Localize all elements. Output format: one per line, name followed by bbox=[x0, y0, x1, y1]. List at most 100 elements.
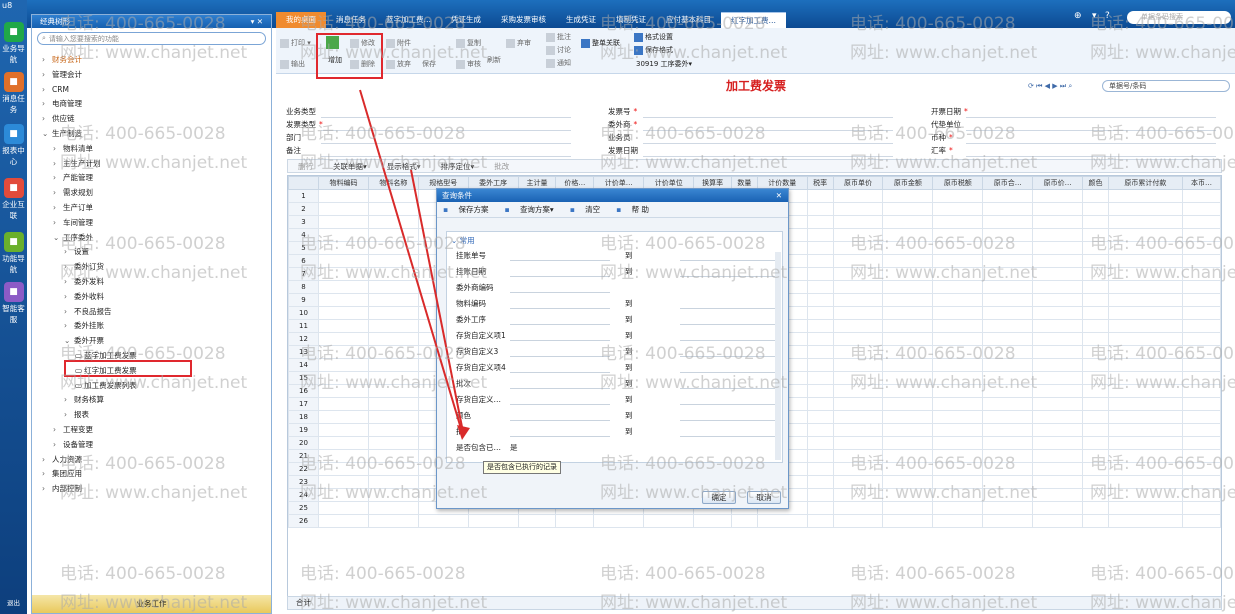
unaudit-button[interactable]: 弃审 bbox=[506, 38, 531, 48]
table-cell[interactable] bbox=[1107, 332, 1183, 346]
link-order-button[interactable]: 整单关联 bbox=[581, 38, 620, 48]
table-cell[interactable] bbox=[806, 371, 834, 385]
table-cell[interactable] bbox=[1032, 332, 1084, 346]
table-cell[interactable] bbox=[806, 449, 834, 463]
table-cell[interactable] bbox=[1032, 423, 1084, 437]
table-cell[interactable] bbox=[1107, 306, 1183, 320]
table-cell[interactable] bbox=[882, 280, 934, 294]
table-cell[interactable] bbox=[832, 215, 884, 229]
tree-item[interactable]: › 电商管理 bbox=[42, 97, 82, 111]
dialog-tool-2[interactable]: ▪ 清空 bbox=[570, 204, 608, 215]
tree-arrow-icon[interactable]: › bbox=[64, 275, 74, 289]
table-cell[interactable] bbox=[1082, 449, 1109, 463]
table-cell[interactable] bbox=[932, 267, 984, 281]
table-cell[interactable] bbox=[982, 241, 1034, 255]
form-field-input[interactable] bbox=[643, 130, 893, 131]
table-cell[interactable] bbox=[1181, 241, 1221, 255]
template-select[interactable]: 30919 工序委外▾ bbox=[636, 59, 692, 69]
table-cell[interactable] bbox=[806, 202, 834, 216]
table-cell[interactable] bbox=[832, 384, 884, 398]
criteria-from-input[interactable] bbox=[510, 260, 610, 261]
table-cell[interactable] bbox=[1082, 345, 1109, 359]
table-cell[interactable] bbox=[318, 449, 369, 463]
table-cell[interactable] bbox=[882, 514, 934, 528]
tree-item[interactable]: › 不良品报告 bbox=[64, 305, 112, 319]
table-cell[interactable] bbox=[932, 475, 984, 489]
grid-column-header[interactable]: 原币金额 bbox=[882, 176, 934, 190]
table-cell[interactable] bbox=[932, 488, 984, 502]
table-cell[interactable] bbox=[1181, 410, 1221, 424]
table-cell[interactable] bbox=[1082, 306, 1109, 320]
tree-item[interactable]: ⌄ 工序委外 bbox=[53, 231, 93, 245]
table-cell[interactable] bbox=[1032, 241, 1084, 255]
tree-arrow-icon[interactable]: ⌄ bbox=[42, 127, 52, 141]
table-cell[interactable] bbox=[832, 488, 884, 502]
table-cell[interactable] bbox=[1082, 215, 1109, 229]
table-cell[interactable] bbox=[1181, 488, 1221, 502]
rail-item-4[interactable]: ■ 功能导航 bbox=[0, 230, 27, 274]
table-cell[interactable] bbox=[1181, 475, 1221, 489]
table-cell[interactable] bbox=[1082, 254, 1109, 268]
criteria-to-input[interactable] bbox=[680, 340, 780, 341]
table-cell[interactable] bbox=[1181, 319, 1221, 333]
tree-arrow-icon[interactable]: › bbox=[53, 438, 63, 452]
table-cell[interactable] bbox=[1181, 332, 1221, 346]
table-cell[interactable] bbox=[1032, 475, 1084, 489]
table-cell[interactable] bbox=[932, 384, 984, 398]
table-cell[interactable] bbox=[318, 436, 369, 450]
table-cell[interactable] bbox=[1181, 514, 1221, 528]
table-cell[interactable] bbox=[1181, 254, 1221, 268]
table-cell[interactable] bbox=[367, 488, 419, 502]
tree-item[interactable]: › 财务核算 bbox=[64, 393, 104, 407]
chevron-down-icon[interactable]: ▾ bbox=[1092, 11, 1097, 21]
rail-item-3[interactable]: ■ 企业互联 bbox=[0, 176, 27, 220]
table-cell[interactable] bbox=[1032, 267, 1084, 281]
criteria-from-input[interactable] bbox=[510, 404, 610, 405]
table-cell[interactable] bbox=[467, 514, 519, 528]
table-cell[interactable] bbox=[882, 267, 934, 281]
tab-2[interactable]: 蓝字加工费… bbox=[376, 12, 441, 28]
table-cell[interactable] bbox=[367, 267, 419, 281]
form-field[interactable]: 发票类型 * bbox=[286, 119, 323, 131]
table-cell[interactable] bbox=[882, 332, 934, 346]
table-cell[interactable] bbox=[1107, 228, 1183, 242]
tree-arrow-icon[interactable]: › bbox=[42, 482, 52, 496]
print-button[interactable]: 打印 ▾ bbox=[280, 38, 311, 48]
table-cell[interactable] bbox=[1107, 254, 1183, 268]
criteria-from-input[interactable] bbox=[510, 420, 610, 421]
tab-5[interactable]: 生成凭证 bbox=[556, 12, 606, 28]
table-cell[interactable] bbox=[1082, 228, 1109, 242]
table-cell[interactable] bbox=[367, 475, 419, 489]
table-cell[interactable] bbox=[1107, 267, 1183, 281]
table-cell[interactable] bbox=[1032, 345, 1084, 359]
table-cell[interactable] bbox=[1082, 241, 1109, 255]
form-field-input[interactable] bbox=[321, 117, 571, 118]
table-cell[interactable] bbox=[1032, 371, 1084, 385]
table-cell[interactable] bbox=[806, 410, 834, 424]
table-cell[interactable] bbox=[982, 332, 1034, 346]
table-cell[interactable] bbox=[1082, 267, 1109, 281]
tree-arrow-icon[interactable]: › bbox=[64, 245, 74, 259]
table-cell[interactable] bbox=[882, 241, 934, 255]
tree-item[interactable]: › 车间管理 bbox=[53, 216, 93, 230]
form-field-input[interactable] bbox=[966, 156, 1216, 157]
table-cell[interactable] bbox=[1181, 449, 1221, 463]
table-cell[interactable] bbox=[832, 358, 884, 372]
format-settings-button[interactable]: 格式设置 bbox=[634, 32, 673, 42]
table-cell[interactable] bbox=[882, 410, 934, 424]
tree-arrow-icon[interactable]: › bbox=[42, 53, 52, 67]
table-cell[interactable] bbox=[1107, 371, 1183, 385]
tree-arrow-icon[interactable]: ⌄ bbox=[64, 334, 74, 348]
grid-tool-4[interactable]: 批改 bbox=[484, 161, 519, 172]
table-cell[interactable] bbox=[832, 397, 884, 411]
table-cell[interactable] bbox=[832, 228, 884, 242]
table-cell[interactable] bbox=[1107, 319, 1183, 333]
table-cell[interactable] bbox=[693, 514, 733, 528]
table-cell[interactable] bbox=[982, 189, 1034, 203]
table-cell[interactable] bbox=[367, 215, 419, 229]
table-cell[interactable] bbox=[756, 514, 808, 528]
dialog-tool-0[interactable]: ▪ 保存方案 bbox=[443, 204, 496, 215]
table-cell[interactable] bbox=[1082, 514, 1109, 528]
table-cell[interactable] bbox=[1082, 371, 1109, 385]
tree-item[interactable]: › 主生产计划 bbox=[53, 157, 101, 171]
